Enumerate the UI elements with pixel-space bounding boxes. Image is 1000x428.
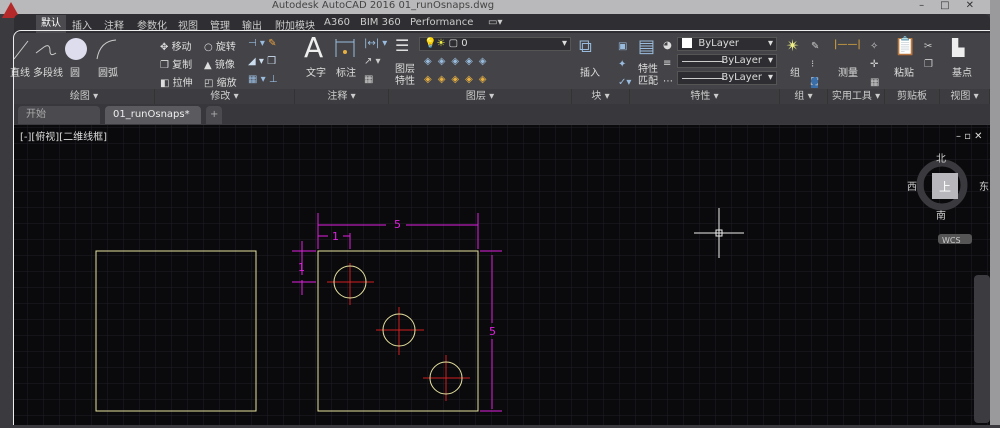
group-icon[interactable]: ✴ xyxy=(786,36,799,55)
viewcube-south[interactable]: 南 xyxy=(936,209,946,222)
panel-modify[interactable]: 修改 ▾ xyxy=(155,89,295,104)
linear-dim-icon[interactable]: |↔| ▾ xyxy=(364,38,387,49)
measure-button[interactable]: 测量 xyxy=(838,64,858,79)
linetype-dropdown[interactable]: ByLayer ▾ xyxy=(677,54,777,68)
base-icon[interactable]: ▙ xyxy=(952,38,964,57)
mirror-button[interactable]: ▲ 镜像 xyxy=(204,56,235,71)
file-tab-start[interactable]: 开始 xyxy=(18,106,100,124)
viewcube-east[interactable]: 东 xyxy=(979,180,989,193)
measure-icon[interactable]: |——| xyxy=(834,39,861,50)
ucs-label: WCS xyxy=(942,236,961,245)
dim-height[interactable]: 5 xyxy=(489,325,496,338)
insert-button[interactable]: 插入 xyxy=(580,64,600,79)
panel-block[interactable]: 块 ▾ xyxy=(572,89,630,104)
viewcube-west[interactable]: 西 xyxy=(907,182,917,193)
layer-tools-icons-2[interactable]: ◈◈◈◈◈ xyxy=(424,74,492,85)
tab-performance[interactable]: Performance xyxy=(410,17,473,28)
layer-tools-icons[interactable]: ◈◈◈◈◈ xyxy=(424,56,492,67)
tab-output[interactable]: 输出 xyxy=(242,17,262,32)
leader-icon[interactable]: ↗ ▾ xyxy=(364,56,381,67)
polyline-icon[interactable] xyxy=(34,39,60,61)
polyline-button[interactable]: 多段线 xyxy=(33,64,63,79)
panel-utilities[interactable]: 实用工具 ▾ xyxy=(828,89,885,104)
dim-offset-x[interactable]: 1 xyxy=(332,230,339,243)
tab-bim360[interactable]: BIM 360 xyxy=(360,17,401,28)
window-controls[interactable]: –□✕ xyxy=(919,0,990,11)
panel-annotation[interactable]: 注释 ▾ xyxy=(295,89,389,104)
desktop-edge xyxy=(990,0,1000,425)
line-button[interactable]: 直线 xyxy=(10,64,30,79)
insert-icon[interactable]: ⧉ xyxy=(579,36,592,57)
match-properties-icon[interactable]: ▤ xyxy=(638,36,655,57)
trim-icon[interactable]: ⊣ ▾ ✎ xyxy=(248,38,276,49)
dimension-icon[interactable] xyxy=(334,37,356,59)
base-button[interactable]: 基点 xyxy=(952,64,972,79)
panel-clipboard: 剪贴板 xyxy=(885,89,940,104)
ribbon: 直线 多段线 圆 圆弧 绘图 ▾ ✥ 移动 ○ 旋转 ❐ 复制 ▲ 镜像 ◧ 拉… xyxy=(10,31,990,104)
text-button[interactable]: 文字 xyxy=(306,64,326,79)
cut-copy-icons[interactable]: ✂ ❐ xyxy=(924,38,933,74)
layer-properties-button[interactable]: 图层 特性 xyxy=(395,64,415,88)
property-icons: ◕ ≡ ⋯ xyxy=(663,40,673,87)
layer-properties-icon[interactable]: ☰ xyxy=(395,36,409,55)
navigation-bar[interactable] xyxy=(974,275,990,423)
line-icon[interactable] xyxy=(12,39,32,61)
group-tools-icons[interactable]: ✎ ⁝ ⛶ xyxy=(811,38,819,92)
viewport-controls[interactable]: – ▫ ✕ xyxy=(956,131,983,142)
circle-button[interactable]: 圆 xyxy=(70,64,80,79)
panel-layers[interactable]: 图层 ▾ xyxy=(389,89,572,104)
circle-icon[interactable] xyxy=(64,37,88,61)
lineweight-dropdown[interactable]: ByLayer ▾ xyxy=(677,71,777,85)
dim-offset-y[interactable]: 1 xyxy=(298,261,305,274)
color-dropdown[interactable]: ByLayer ▾ xyxy=(677,37,777,51)
title-bar xyxy=(0,0,1000,14)
scale-button[interactable]: ◰ 缩放 xyxy=(204,74,237,89)
viewcube-top[interactable]: 上 xyxy=(939,180,951,194)
tab-addins[interactable]: 附加模块 xyxy=(275,17,315,32)
copy-button[interactable]: ❐ 复制 xyxy=(160,56,192,71)
text-icon[interactable]: A xyxy=(304,31,323,64)
paste-button[interactable]: 粘贴 xyxy=(894,64,914,79)
paste-icon[interactable]: 📋 xyxy=(894,36,916,57)
viewport-label[interactable]: [-][俯视][二维线框] xyxy=(20,128,107,143)
viewcube-north[interactable]: 北 xyxy=(936,153,946,165)
array-icon[interactable]: ▦ ▾ ⊥ xyxy=(248,74,278,85)
arc-button[interactable]: 圆弧 xyxy=(98,64,118,79)
block-tools-icons[interactable]: ▣ ✦ ✓▾ xyxy=(618,38,631,92)
rotate-button[interactable]: ○ 旋转 xyxy=(204,38,236,53)
tab-manage[interactable]: 管理 xyxy=(210,17,230,32)
window-title: Autodesk AutoCAD 2016 01_runOsnaps.dwg xyxy=(272,0,495,11)
tab-view[interactable]: 视图 xyxy=(178,17,198,32)
tab-parametric[interactable]: 参数化 xyxy=(137,17,167,32)
tab-options-icon[interactable]: ▭▾ xyxy=(488,17,502,28)
tab-a360[interactable]: A360 xyxy=(324,17,350,28)
tab-insert[interactable]: 插入 xyxy=(72,17,92,32)
drawing-canvas[interactable]: 5 1 1 5 上 北 南 西 东 WCS – ▫ ✕ xyxy=(14,125,990,425)
file-tab-bar: 开始 01_runOsnaps* ✕ + xyxy=(14,104,990,138)
panel-view[interactable]: 视图 ▾ xyxy=(940,89,990,104)
file-tab-drawing[interactable]: 01_runOsnaps* ✕ xyxy=(105,106,201,138)
table-icon[interactable]: ▦ xyxy=(364,74,373,85)
tab-default[interactable]: 默认 xyxy=(36,15,66,33)
dimension-button[interactable]: 标注 xyxy=(336,64,356,79)
ribbon-tabs: 默认 插入 注释 参数化 视图 管理 输出 附加模块 A360 BIM 360 … xyxy=(14,14,990,33)
panel-draw[interactable]: 绘图 ▾ xyxy=(14,89,155,104)
arc-icon[interactable] xyxy=(94,37,120,61)
move-button[interactable]: ✥ 移动 xyxy=(160,38,192,53)
drawing[interactable]: 5 1 1 5 上 北 南 西 东 WCS – ▫ ✕ xyxy=(14,125,990,425)
match-properties-button[interactable]: 特性 匹配 xyxy=(638,64,658,88)
grid xyxy=(14,125,990,425)
fillet-icon[interactable]: ◢ ▾ ❒ xyxy=(248,56,276,67)
stretch-button[interactable]: ◧ 拉伸 xyxy=(160,74,193,89)
new-tab-button[interactable]: + xyxy=(206,106,223,124)
dim-width[interactable]: 5 xyxy=(394,218,401,231)
panel-groups[interactable]: 组 ▾ xyxy=(780,89,828,104)
layer-dropdown[interactable]: 💡☀ ▢ 0 ▾ xyxy=(419,37,571,51)
group-button[interactable]: 组 xyxy=(790,64,800,79)
panel-properties[interactable]: 特性 ▾ xyxy=(630,89,780,104)
tab-annotate[interactable]: 注释 xyxy=(104,17,124,32)
utility-icons[interactable]: ✧ ✛ ▦ xyxy=(870,38,879,92)
